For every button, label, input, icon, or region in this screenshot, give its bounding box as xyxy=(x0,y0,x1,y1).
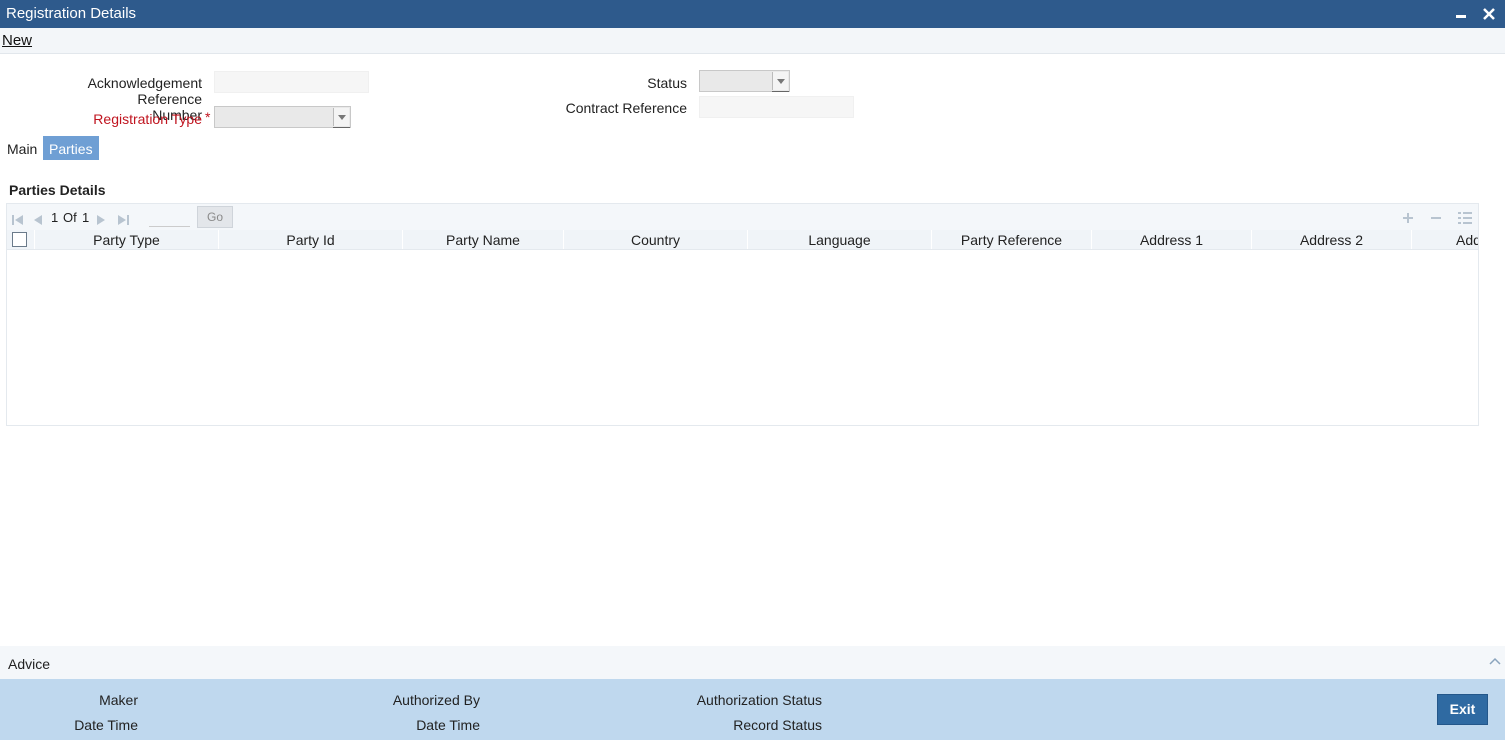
window-title: Registration Details xyxy=(6,5,137,22)
contract-ref-field[interactable] xyxy=(699,96,854,118)
parties-grid: 1 Of 1 Go Party Type Party Id Party Name… xyxy=(6,203,1479,426)
previous-page-icon[interactable] xyxy=(33,212,42,228)
column-header-language[interactable]: Language xyxy=(747,230,931,249)
add-row-icon[interactable] xyxy=(1402,211,1414,227)
column-header-party-name[interactable]: Party Name xyxy=(402,230,563,249)
close-icon[interactable] xyxy=(1478,3,1500,25)
chevron-down-icon[interactable] xyxy=(772,72,789,92)
authorized-datetime-label: Date Time xyxy=(416,717,480,733)
first-page-icon[interactable] xyxy=(12,212,23,228)
chevron-down-icon[interactable] xyxy=(333,108,350,128)
column-header-party-id[interactable]: Party Id xyxy=(218,230,402,249)
column-header-party-reference[interactable]: Party Reference xyxy=(931,230,1091,249)
status-label: Status xyxy=(647,75,687,91)
menubar: New xyxy=(0,28,1505,54)
authorization-status-label: Authorization Status xyxy=(696,692,822,708)
column-header-address-3[interactable]: Add xyxy=(1411,230,1478,249)
go-button[interactable]: Go xyxy=(197,206,233,228)
last-page-icon[interactable] xyxy=(118,212,129,228)
section-title: Parties Details xyxy=(9,182,106,198)
exit-button[interactable]: Exit xyxy=(1437,694,1488,725)
column-header-address-2[interactable]: Address 2 xyxy=(1251,230,1411,249)
maker-datetime-label: Date Time xyxy=(74,717,138,733)
ack-ref-field[interactable] xyxy=(214,71,369,93)
advice-label[interactable]: Advice xyxy=(8,656,50,672)
new-link[interactable]: New xyxy=(2,32,32,49)
total-pages: 1 xyxy=(82,210,90,225)
chevron-up-icon[interactable] xyxy=(1489,652,1501,668)
column-header-party-type[interactable]: Party Type xyxy=(34,230,218,249)
column-header-address-1[interactable]: Address 1 xyxy=(1091,230,1251,249)
advice-bar: Advice xyxy=(0,646,1505,679)
ack-ref-label-line1: Acknowledgement Reference xyxy=(87,75,202,107)
page-of-label: Of xyxy=(63,210,77,225)
grid-header: Party Type Party Id Party Name Country L… xyxy=(7,230,1478,250)
record-status-label: Record Status xyxy=(733,717,822,733)
page-number-input[interactable] xyxy=(149,207,190,227)
delete-row-icon[interactable] xyxy=(1430,211,1442,227)
minimize-icon[interactable] xyxy=(1450,3,1472,25)
tab-parties[interactable]: Parties xyxy=(43,136,99,160)
grid-toolbar: 1 Of 1 Go xyxy=(7,204,1478,230)
maker-label: Maker xyxy=(99,692,138,708)
status-select[interactable] xyxy=(699,70,790,92)
audit-footer: Maker Date Time Authorized By Date Time … xyxy=(0,679,1505,740)
authorized-by-label: Authorized By xyxy=(392,692,480,708)
column-header-country[interactable]: Country xyxy=(563,230,747,249)
single-view-icon[interactable] xyxy=(1458,211,1472,227)
registration-type-select[interactable] xyxy=(214,106,351,128)
next-page-icon[interactable] xyxy=(97,212,106,228)
window-titlebar: Registration Details xyxy=(0,0,1505,28)
contract-ref-label: Contract Reference xyxy=(565,100,687,116)
select-all-checkbox[interactable] xyxy=(12,232,27,247)
required-marker: * xyxy=(205,109,211,125)
tab-main[interactable]: Main xyxy=(1,136,43,160)
registration-type-label: Registration Type xyxy=(93,111,202,127)
current-page: 1 xyxy=(51,210,59,225)
